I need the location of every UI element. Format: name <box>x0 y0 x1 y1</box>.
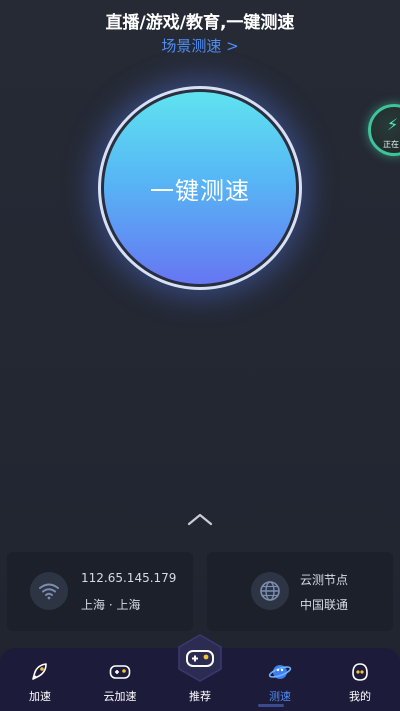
tab-label: 加速 <box>29 690 51 703</box>
tab-accelerate[interactable]: 加速 <box>5 648 75 711</box>
page-title: 直播/游戏/教育,一键测速 <box>105 13 295 33</box>
tab-label: 云加速 <box>103 690 137 703</box>
planet-icon <box>268 665 292 679</box>
scene-speed-test-link[interactable]: 场景测速 > <box>0 35 400 56</box>
tab-label: 测速 <box>269 690 291 703</box>
globe-icon <box>251 572 289 610</box>
tab-label: 推荐 <box>189 690 211 703</box>
node-isp: 中国联通 <box>300 598 349 612</box>
profile-icon <box>352 663 368 681</box>
tab-cloud-accelerate[interactable]: 云加速 <box>85 648 155 711</box>
wifi-icon <box>30 572 68 610</box>
tab-speed-test[interactable]: 测速 <box>245 648 315 711</box>
test-node-card[interactable]: 云测节点 中国联通 <box>207 552 393 631</box>
network-info-card[interactable]: 112.65.145.179 上海 · 上海 <box>7 552 193 631</box>
one-click-speed-test-button[interactable]: 一键测速 <box>104 92 296 284</box>
node-title: 云测节点 <box>300 573 349 587</box>
ip-address: 112.65.145.179 <box>81 571 177 585</box>
floating-status-text: 正在 <box>383 140 399 149</box>
speed-test-button-label: 一键测速 <box>150 176 250 205</box>
gamepad-hex-icon[interactable] <box>175 633 225 683</box>
home-indicator <box>258 704 284 707</box>
speed-test-page: 直播/游戏/教育,一键测速 场景测速 > 一键测速 ⚡ 正在 112.65.14… <box>0 0 400 711</box>
chevron-up-icon[interactable] <box>187 512 213 526</box>
tab-profile[interactable]: 我的 <box>325 648 395 711</box>
rocket-icon <box>32 663 47 680</box>
floating-accelerate-widget[interactable]: ⚡ 正在 <box>368 104 400 156</box>
lightning-icon: ⚡ <box>387 115 399 134</box>
gamepad-icon <box>109 665 131 679</box>
tab-label: 我的 <box>349 690 371 703</box>
ip-location: 上海 · 上海 <box>81 598 141 612</box>
